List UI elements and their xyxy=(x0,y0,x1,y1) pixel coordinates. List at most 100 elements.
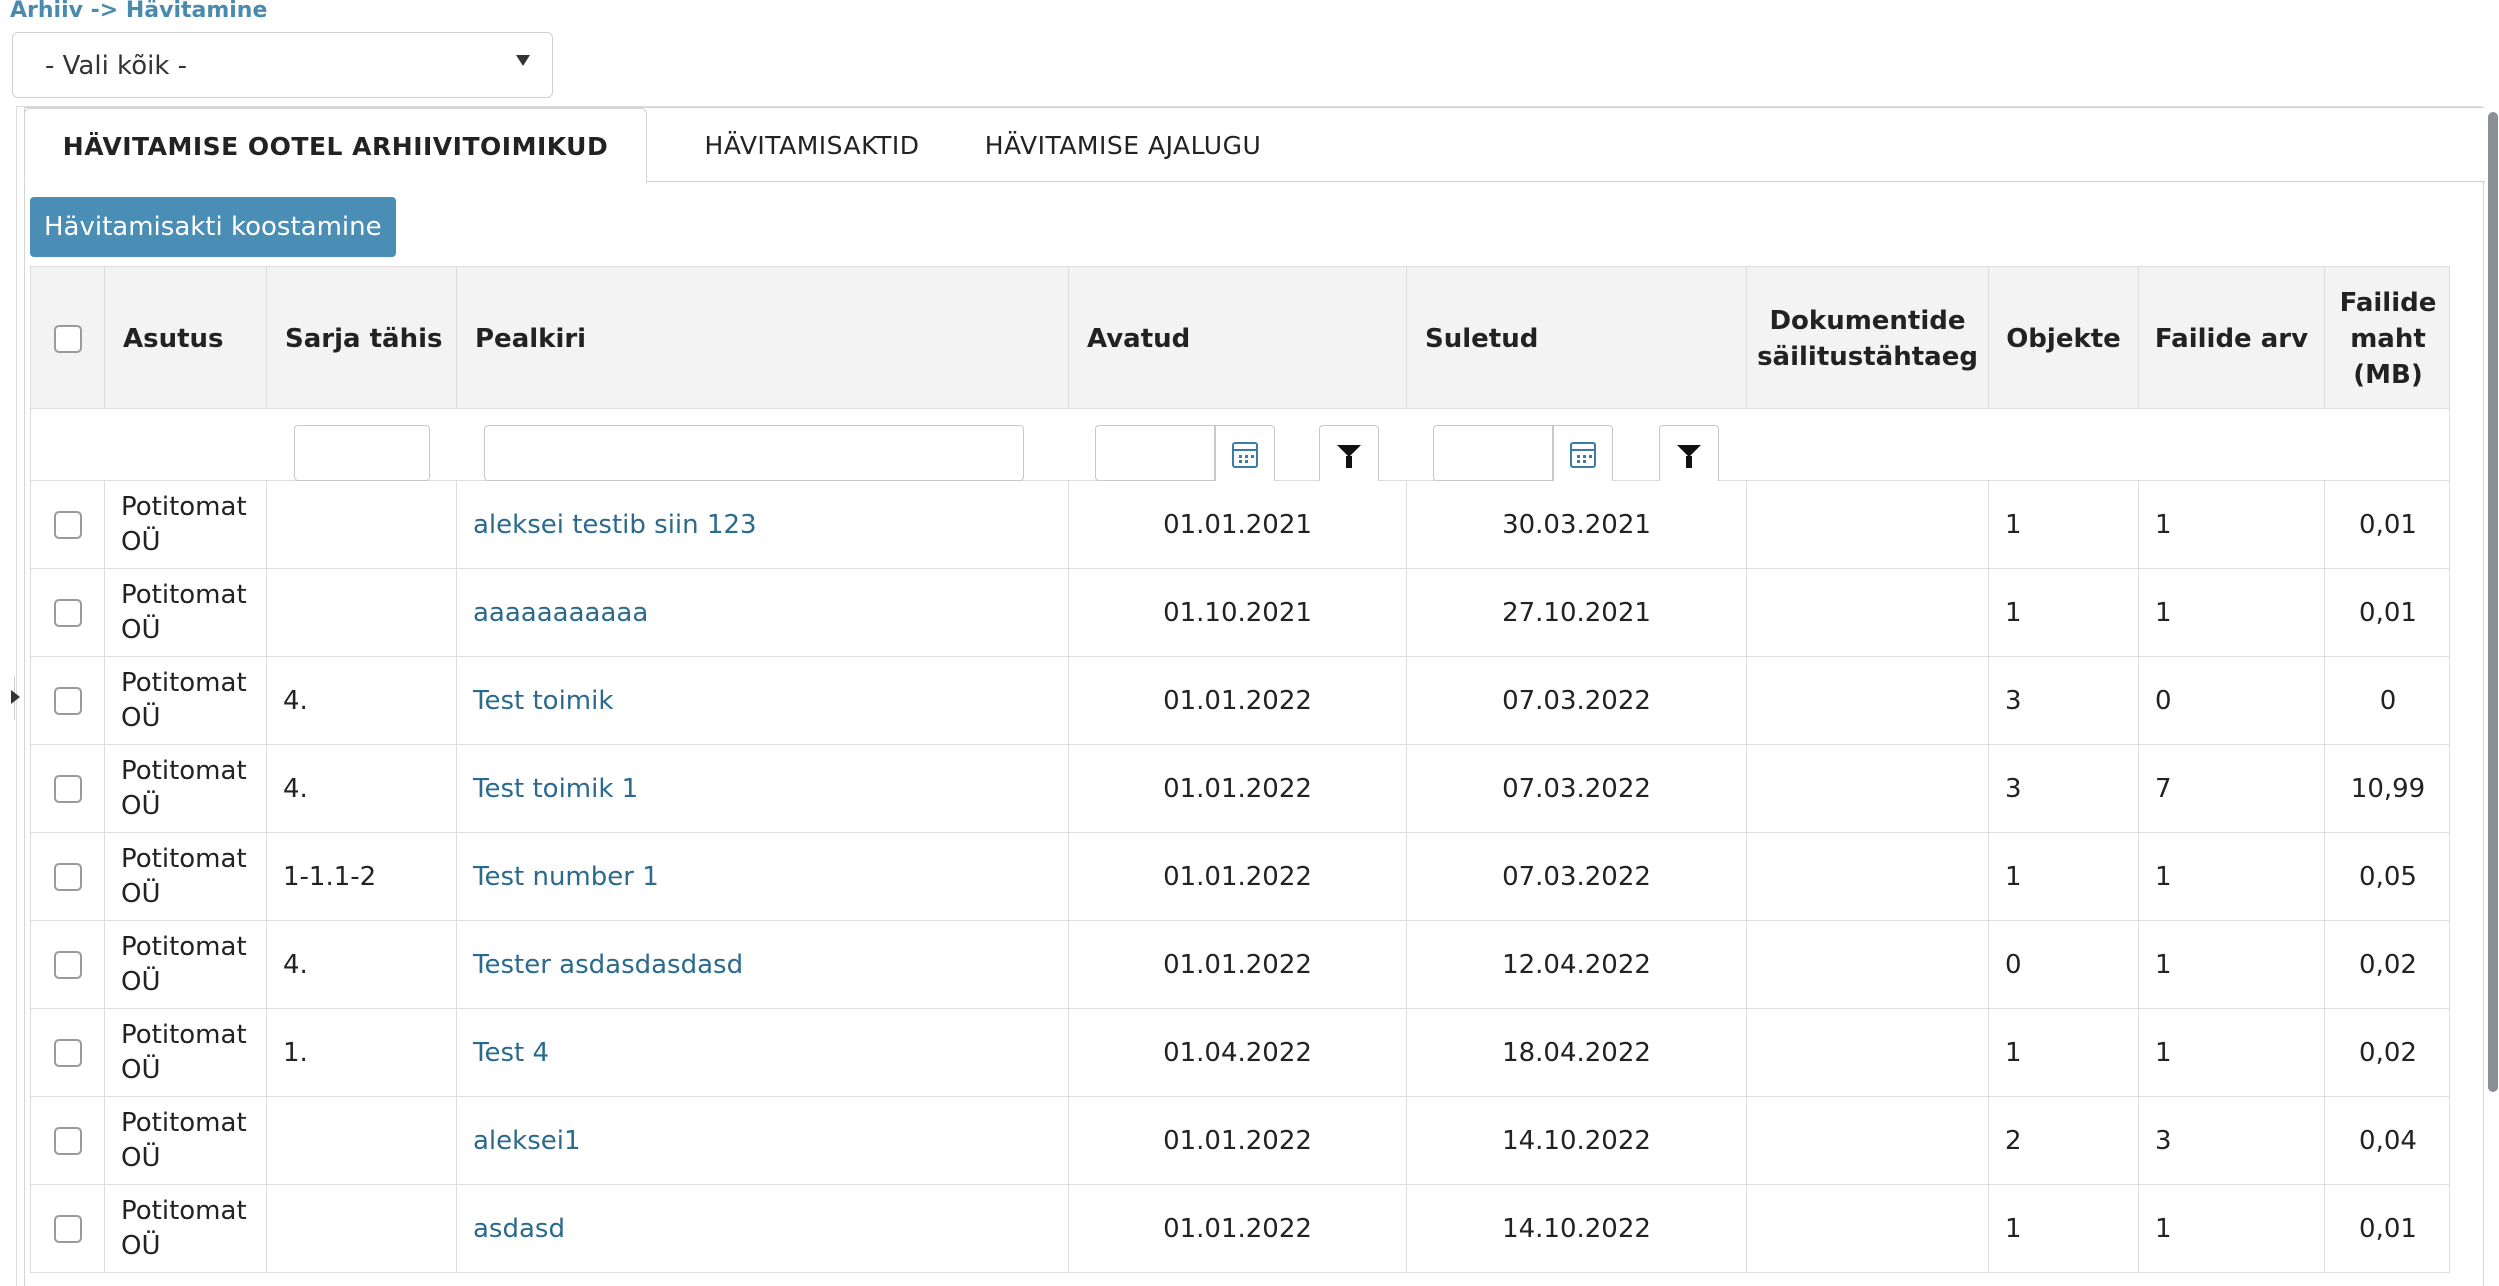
table-row[interactable]: Potitomat OÜ aleksei1 01.01.2022 14.10.2… xyxy=(30,1097,2450,1185)
cell-failide-maht: 10,99 xyxy=(2350,773,2426,804)
row-checkbox-cell xyxy=(31,921,105,1009)
col-header-suletud[interactable]: Suletud xyxy=(1407,267,1747,410)
select-all-checkbox[interactable] xyxy=(53,324,82,353)
cell-sarja xyxy=(267,569,457,657)
pealkiri-filter-input[interactable] xyxy=(484,425,1024,481)
cell-asutus: Potitomat OÜ xyxy=(105,481,267,569)
cell-asutus: Potitomat OÜ xyxy=(105,657,267,745)
cell-suletud: 18.04.2022 xyxy=(1407,1009,1747,1097)
cell-sarja xyxy=(267,1097,457,1185)
table-header: Asutus Sarja tähis Pealkiri Avatud Sulet… xyxy=(30,266,2451,410)
row-checkbox[interactable] xyxy=(53,1215,82,1243)
table-row[interactable]: Potitomat OÜ 1-1.1-2 Test number 1 01.01… xyxy=(30,833,2450,921)
col-header-pealkiri[interactable]: Pealkiri xyxy=(457,267,1069,410)
row-checkbox[interactable] xyxy=(53,863,82,891)
row-checkbox[interactable] xyxy=(53,775,82,803)
col-header-asutus[interactable]: Asutus xyxy=(105,267,267,410)
sarja-filter-input[interactable] xyxy=(294,425,430,481)
cell-failide-maht: 0,04 xyxy=(2359,1125,2417,1156)
suletud-calendar-button[interactable] xyxy=(1553,425,1613,485)
cell-asutus: Potitomat OÜ xyxy=(105,1009,267,1097)
table-row[interactable]: Potitomat OÜ aleksei testib siin 123 01.… xyxy=(30,481,2450,569)
cell-pealkiri-link[interactable]: Test number 1 xyxy=(457,833,1069,921)
col-header-dokumentide[interactable]: Dokumentide säilitustähtaeg xyxy=(1747,267,1989,410)
table-row[interactable]: Potitomat OÜ 1. Test 4 01.04.2022 18.04.… xyxy=(30,1009,2450,1097)
avatud-filter-input[interactable] xyxy=(1095,425,1215,481)
cell-pealkiri-link[interactable]: aaaaaaaaaaa xyxy=(457,569,1069,657)
cell-avatud: 01.10.2021 xyxy=(1069,569,1407,657)
row-checkbox[interactable] xyxy=(53,511,82,539)
cell-pealkiri-link[interactable]: Tester asdasdasdasd xyxy=(457,921,1069,1009)
cell-suletud: 07.03.2022 xyxy=(1407,745,1747,833)
cell-pealkiri-link[interactable]: asdasd xyxy=(457,1185,1069,1273)
breadcrumb[interactable]: Arhiiv -> Hävitamine xyxy=(10,0,267,23)
cell-dokumentide xyxy=(1747,833,1989,921)
avatud-calendar-button[interactable] xyxy=(1215,425,1275,485)
avatud-filter-button[interactable] xyxy=(1319,425,1379,485)
tab-pending-files[interactable]: HÄVITAMISE OOTEL ARHIIVITOIMIKUD xyxy=(24,108,647,184)
cell-failide-maht: 0,01 xyxy=(2359,597,2417,628)
tab-destruction-history[interactable]: HÄVITAMISE AJALUGU xyxy=(963,108,1283,182)
cell-sarja xyxy=(267,1185,457,1273)
cell-sarja: 1. xyxy=(267,1009,457,1097)
cell-failide-maht: 0,02 xyxy=(2359,949,2417,980)
cell-objekte: 1 xyxy=(1989,481,2139,569)
filter-icon xyxy=(1677,445,1701,468)
filter-icon xyxy=(1337,445,1361,468)
expand-arrow-icon[interactable] xyxy=(11,690,20,704)
create-destruction-act-button[interactable]: Hävitamisakti koostamine xyxy=(30,197,396,257)
col-header-failide-maht[interactable]: Failide maht (MB) xyxy=(2325,267,2451,410)
suletud-filter-input[interactable] xyxy=(1433,425,1553,481)
row-checkbox[interactable] xyxy=(53,1039,82,1067)
col-header-sarja[interactable]: Sarja tähis xyxy=(267,267,457,410)
suletud-filter-button[interactable] xyxy=(1659,425,1719,485)
cell-dokumentide xyxy=(1747,921,1989,1009)
cell-pealkiri-link[interactable]: aleksei testib siin 123 xyxy=(457,481,1069,569)
row-checkbox-cell xyxy=(31,1097,105,1185)
cell-avatud: 01.01.2022 xyxy=(1069,657,1407,745)
tab-destruction-acts[interactable]: HÄVITAMISAKTID xyxy=(677,108,947,182)
cell-pealkiri-link[interactable]: Test 4 xyxy=(457,1009,1069,1097)
institution-select[interactable]: - Vali kõik - xyxy=(12,32,553,98)
cell-failide-maht: 0,02 xyxy=(2359,1037,2417,1068)
col-header-failide-arv[interactable]: Failide arv xyxy=(2139,267,2325,410)
tab-bar: HÄVITAMISE OOTEL ARHIIVITOIMIKUD HÄVITAM… xyxy=(24,108,2485,184)
col-header-objekte[interactable]: Objekte xyxy=(1989,267,2139,410)
cell-failide-arv: 1 xyxy=(2139,1185,2325,1273)
row-checkbox[interactable] xyxy=(53,951,82,979)
cell-failide-arv: 3 xyxy=(2139,1097,2325,1185)
cell-suletud: 07.03.2022 xyxy=(1407,657,1747,745)
table-row[interactable]: Potitomat OÜ aaaaaaaaaaa 01.10.2021 27.1… xyxy=(30,569,2450,657)
cell-objekte: 3 xyxy=(1989,745,2139,833)
table-row[interactable]: Potitomat OÜ 4. Test toimik 01.01.2022 0… xyxy=(30,657,2450,745)
scrollbar-thumb[interactable] xyxy=(2488,112,2498,1092)
cell-pealkiri-link[interactable]: aleksei1 xyxy=(457,1097,1069,1185)
cell-sarja: 4. xyxy=(267,921,457,1009)
cell-failide-maht: 0,05 xyxy=(2359,861,2417,892)
cell-failide-maht: 0 xyxy=(2379,685,2397,716)
table-row[interactable]: Potitomat OÜ 4. Tester asdasdasdasd 01.0… xyxy=(30,921,2450,1009)
cell-avatud: 01.01.2022 xyxy=(1069,1097,1407,1185)
cell-objekte: 1 xyxy=(1989,1185,2139,1273)
row-checkbox-cell xyxy=(31,1185,105,1273)
table-row[interactable]: Potitomat OÜ 4. Test toimik 1 01.01.2022… xyxy=(30,745,2450,833)
col-header-avatud[interactable]: Avatud xyxy=(1069,267,1407,410)
cell-pealkiri-link[interactable]: Test toimik xyxy=(457,657,1069,745)
cell-asutus: Potitomat OÜ xyxy=(105,921,267,1009)
cell-sarja: 4. xyxy=(267,657,457,745)
row-checkbox[interactable] xyxy=(53,599,82,627)
cell-pealkiri-link[interactable]: Test toimik 1 xyxy=(457,745,1069,833)
row-checkbox[interactable] xyxy=(53,687,82,715)
cell-avatud: 01.01.2022 xyxy=(1069,1185,1407,1273)
cell-sarja: 4. xyxy=(267,745,457,833)
table-row[interactable]: Potitomat OÜ asdasd 01.01.2022 14.10.202… xyxy=(30,1185,2450,1273)
cell-asutus: Potitomat OÜ xyxy=(105,1097,267,1185)
cell-failide-arv: 7 xyxy=(2139,745,2325,833)
cell-avatud: 01.01.2022 xyxy=(1069,745,1407,833)
cell-sarja xyxy=(267,481,457,569)
row-checkbox[interactable] xyxy=(53,1127,82,1155)
cell-dokumentide xyxy=(1747,569,1989,657)
filter-row xyxy=(30,409,2450,485)
cell-objekte: 1 xyxy=(1989,1009,2139,1097)
cell-failide-arv: 1 xyxy=(2139,569,2325,657)
